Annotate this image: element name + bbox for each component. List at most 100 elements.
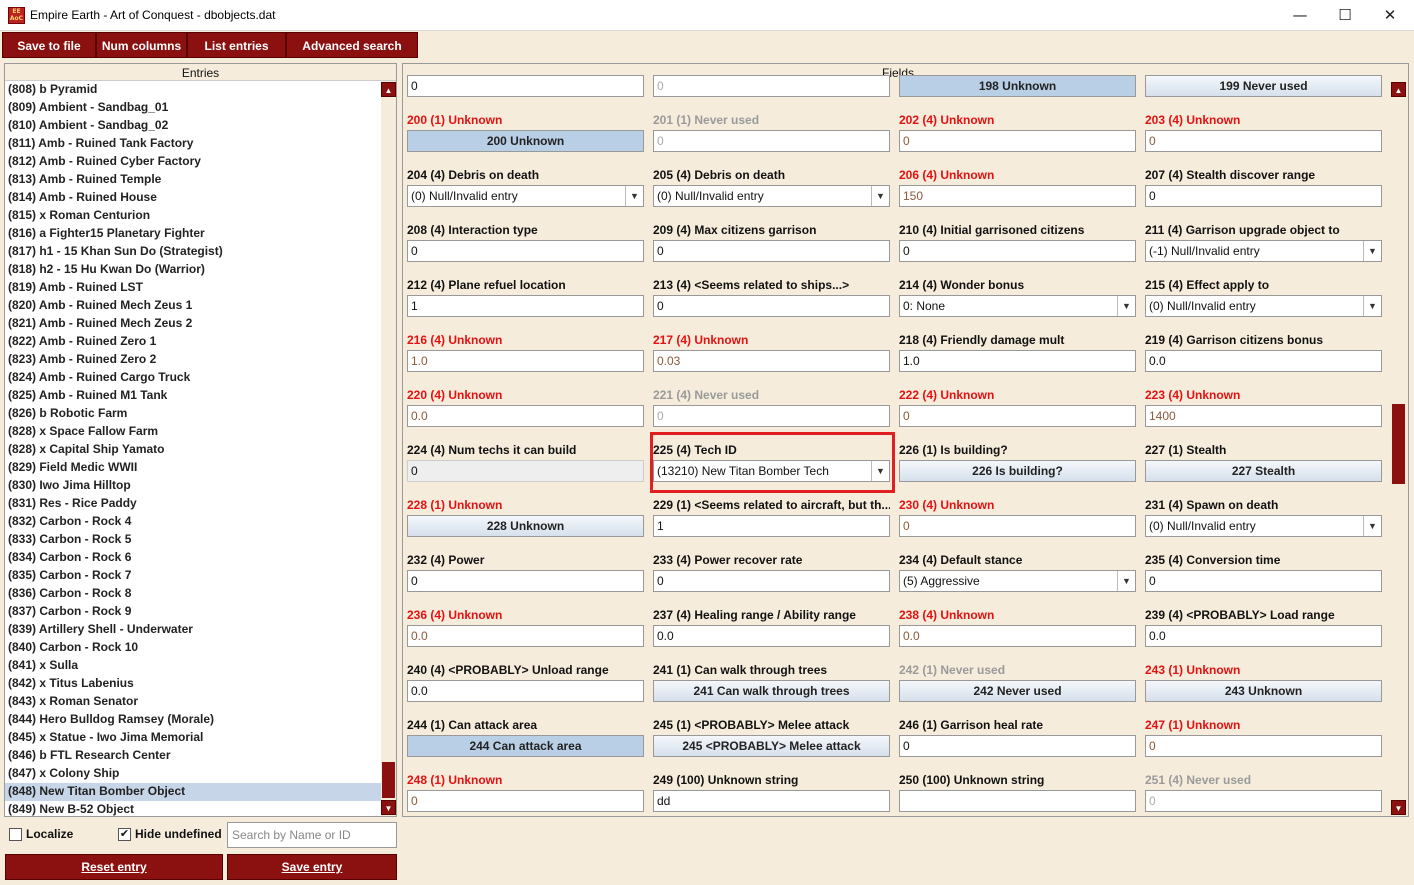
field-input[interactable]: 0 [899,130,1136,152]
field-select[interactable]: 0: None ▼ [899,295,1136,317]
field-input[interactable]: 0.0 [407,405,644,427]
entry-list-item[interactable]: (830) Iwo Jima Hilltop [5,477,381,495]
fields-scroll-down-icon[interactable]: ▼ [1391,800,1406,815]
minimize-button[interactable]: — [1277,0,1323,31]
field-input[interactable]: 1 [653,515,890,537]
field-toggle-button[interactable]: 244 Can attack area [407,735,644,757]
field-input[interactable]: 0 [1145,735,1382,757]
entry-list-item[interactable]: (844) Hero Bulldog Ramsey (Morale) [5,711,381,729]
entry-list-item[interactable]: (834) Carbon - Rock 6 [5,549,381,567]
field-input[interactable]: 150 [899,185,1136,207]
entry-list-item[interactable]: (821) Amb - Ruined Mech Zeus 2 [5,315,381,333]
entry-list-item[interactable]: (822) Amb - Ruined Zero 1 [5,333,381,351]
field-input[interactable]: 0 [653,570,890,592]
entry-list-item[interactable]: (817) h1 - 15 Khan Sun Do (Strategist) [5,243,381,261]
reset-entry-button[interactable]: Reset entry [5,854,223,880]
field-toggle-button[interactable]: 245 <PROBABLY> Melee attack [653,735,890,757]
field-toggle-button[interactable]: 241 Can walk through trees [653,680,890,702]
hide-undefined-checkbox[interactable]: ✔ [118,828,131,841]
maximize-button[interactable]: ☐ [1322,0,1368,31]
chevron-down-icon[interactable]: ▼ [1117,571,1135,591]
field-input[interactable]: 0 [653,130,890,152]
field-toggle-button[interactable]: 199 Never used [1145,75,1382,97]
entry-list-item[interactable]: (833) Carbon - Rock 5 [5,531,381,549]
save-to-file-button[interactable]: Save to file [2,32,96,58]
entry-list-item[interactable]: (837) Carbon - Rock 9 [5,603,381,621]
field-input[interactable]: 0 [407,460,644,482]
entry-list-item[interactable]: (846) b FTL Research Center [5,747,381,765]
entry-list-item[interactable]: (811) Amb - Ruined Tank Factory [5,135,381,153]
entry-list-item[interactable]: (828) x Capital Ship Yamato [5,441,381,459]
entry-list-item[interactable]: (849) New B-52 Object [5,801,381,816]
field-input[interactable]: 0 [899,405,1136,427]
chevron-down-icon[interactable]: ▼ [1363,296,1381,316]
entries-scroll-thumb[interactable] [382,762,395,798]
field-input[interactable]: 0 [1145,790,1382,812]
entry-list-item[interactable]: (819) Amb - Ruined LST [5,279,381,297]
entry-list-item[interactable]: (839) Artillery Shell - Underwater [5,621,381,639]
field-input[interactable]: 0.0 [407,625,644,647]
entry-list-item[interactable]: (832) Carbon - Rock 4 [5,513,381,531]
field-input[interactable]: 0 [407,75,644,97]
entry-list-item[interactable]: (829) Field Medic WWII [5,459,381,477]
chevron-down-icon[interactable]: ▼ [1117,296,1135,316]
field-input[interactable]: dd [653,790,890,812]
field-select[interactable]: (5) Aggressive ▼ [899,570,1136,592]
chevron-down-icon[interactable]: ▼ [625,186,643,206]
field-input[interactable]: 1 [407,295,644,317]
field-input[interactable]: 1400 [1145,405,1382,427]
entry-list-item[interactable]: (831) Res - Rice Paddy [5,495,381,513]
field-input[interactable]: 0.03 [653,350,890,372]
scroll-down-icon[interactable]: ▼ [381,800,396,815]
entry-list-item[interactable]: (815) x Roman Centurion [5,207,381,225]
entry-list-item[interactable]: (843) x Roman Senator [5,693,381,711]
field-input[interactable]: 1.0 [407,350,644,372]
close-button[interactable]: ✕ [1367,0,1413,31]
field-select[interactable]: (-1) Null/Invalid entry ▼ [1145,240,1382,262]
entry-list-item[interactable]: (818) h2 - 15 Hu Kwan Do (Warrior) [5,261,381,279]
field-input[interactable] [899,790,1136,812]
entry-list-item[interactable]: (848) New Titan Bomber Object [5,783,381,801]
field-input[interactable]: 0.0 [1145,350,1382,372]
localize-checkbox[interactable] [9,828,22,841]
scroll-up-icon[interactable]: ▲ [381,82,396,97]
search-input[interactable] [227,822,397,848]
entry-list-item[interactable]: (826) b Robotic Farm [5,405,381,423]
field-input[interactable]: 0.0 [407,680,644,702]
entry-list-item[interactable]: (828) x Space Fallow Farm [5,423,381,441]
entry-list-item[interactable]: (814) Amb - Ruined House [5,189,381,207]
field-toggle-button[interactable]: 198 Unknown [899,75,1136,97]
field-input[interactable]: 0 [653,240,890,262]
save-entry-button[interactable]: Save entry [227,854,397,880]
field-input[interactable]: 0 [407,570,644,592]
entry-list-item[interactable]: (809) Ambient - Sandbag_01 [5,99,381,117]
entry-list-item[interactable]: (820) Amb - Ruined Mech Zeus 1 [5,297,381,315]
field-input[interactable]: 0 [407,240,644,262]
entry-list-item[interactable]: (835) Carbon - Rock 7 [5,567,381,585]
field-toggle-button[interactable]: 243 Unknown [1145,680,1382,702]
field-input[interactable]: 0 [899,515,1136,537]
entry-list-item[interactable]: (840) Carbon - Rock 10 [5,639,381,657]
field-select[interactable]: (0) Null/Invalid entry ▼ [653,185,890,207]
chevron-down-icon[interactable]: ▼ [1363,241,1381,261]
fields-scroll-thumb[interactable] [1392,404,1405,484]
num-columns-button[interactable]: Num columns [96,32,187,58]
chevron-down-icon[interactable]: ▼ [1363,516,1381,536]
field-toggle-button[interactable]: 200 Unknown [407,130,644,152]
entry-list-item[interactable]: (823) Amb - Ruined Zero 2 [5,351,381,369]
field-input[interactable]: 0 [899,240,1136,262]
field-input[interactable]: 0 [653,75,890,97]
entry-list-item[interactable]: (842) x Titus Labenius [5,675,381,693]
fields-scrollbar[interactable]: ▲ ▼ [1391,81,1407,816]
entry-list-item[interactable]: (825) Amb - Ruined M1 Tank [5,387,381,405]
field-input[interactable]: 0.0 [899,625,1136,647]
field-input[interactable]: 0 [407,790,644,812]
field-input[interactable]: 0.0 [653,625,890,647]
entry-list-item[interactable]: (812) Amb - Ruined Cyber Factory [5,153,381,171]
field-input[interactable]: 0 [899,735,1136,757]
chevron-down-icon[interactable]: ▼ [871,186,889,206]
entry-list-item[interactable]: (841) x Sulla [5,657,381,675]
fields-scroll-up-icon[interactable]: ▲ [1391,82,1406,97]
field-input[interactable]: 1.0 [899,350,1136,372]
entry-list-item[interactable]: (808) b Pyramid [5,81,381,99]
